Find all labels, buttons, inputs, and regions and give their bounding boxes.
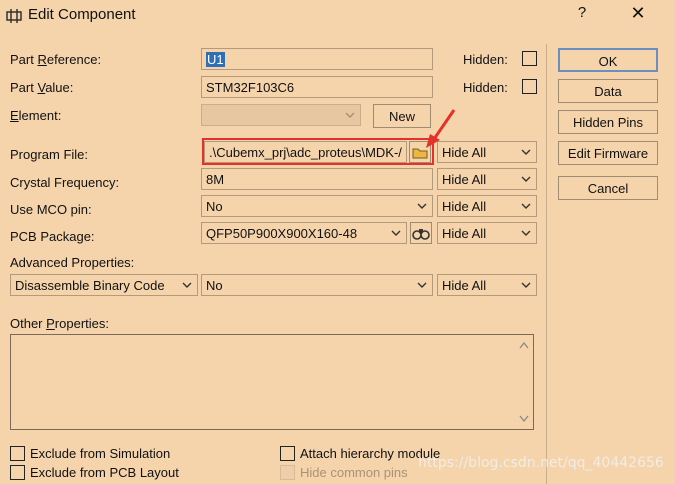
chevron-down-icon	[417, 282, 427, 288]
part-reference-hidden-checkbox[interactable]	[522, 51, 537, 66]
chevron-down-icon	[521, 230, 531, 236]
component-icon	[6, 9, 22, 23]
part-value-hidden-label: Hidden:	[463, 80, 508, 95]
chevron-down-icon	[521, 203, 531, 209]
browse-package-button[interactable]	[410, 222, 432, 244]
part-reference-input[interactable]: U1	[201, 48, 433, 70]
part-value-input[interactable]: STM32F103C6	[201, 76, 433, 98]
crystal-frequency-visibility-select[interactable]: Hide All	[437, 168, 537, 190]
hide-common-pins-checkbox[interactable]	[280, 465, 295, 480]
cancel-button[interactable]: Cancel	[558, 176, 658, 200]
chevron-down-icon	[521, 149, 531, 155]
hidden-pins-button[interactable]: Hidden Pins	[558, 110, 658, 134]
crystal-frequency-label: Crystal Frequency:	[10, 175, 120, 190]
element-select[interactable]	[201, 104, 361, 126]
exclude-simulation-label: Exclude from Simulation	[30, 446, 171, 461]
advanced-property-select[interactable]: Disassemble Binary Code	[10, 274, 198, 296]
binoculars-icon	[412, 229, 430, 240]
edit-firmware-button[interactable]: Edit Firmware	[558, 141, 658, 165]
title-bar: Edit Component ? ✕	[0, 0, 675, 32]
other-properties-textarea[interactable]	[10, 334, 534, 430]
help-button[interactable]: ?	[572, 4, 592, 26]
chevron-down-icon	[391, 230, 401, 236]
scroll-up-icon[interactable]	[519, 341, 529, 349]
advanced-property-value-select[interactable]: No	[201, 274, 433, 296]
part-value-hidden-checkbox[interactable]	[522, 79, 537, 94]
program-file-input[interactable]: .\Cubemx_prj\adc_proteus\MDK-/	[204, 141, 407, 163]
chevron-down-icon	[521, 282, 531, 288]
pcb-package-label: PCB Package:	[10, 229, 95, 244]
hide-common-pins-label: Hide common pins	[300, 465, 408, 480]
panel-divider	[546, 44, 547, 484]
element-label: Element:	[10, 108, 62, 123]
exclude-simulation-checkbox[interactable]	[10, 446, 25, 461]
use-mco-pin-select[interactable]: No	[201, 195, 433, 217]
data-button[interactable]: Data	[558, 79, 658, 103]
program-file-label: Program File:	[10, 147, 89, 162]
chevron-down-icon	[182, 282, 192, 288]
advanced-property-visibility-select[interactable]: Hide All	[437, 274, 537, 296]
part-reference-hidden-label: Hidden:	[463, 52, 508, 67]
pcb-package-select[interactable]: QFP50P900X900X160-48	[201, 222, 407, 244]
scroll-down-icon[interactable]	[519, 415, 529, 423]
use-mco-pin-visibility-select[interactable]: Hide All	[437, 195, 537, 217]
other-properties-label: Other Properties:	[10, 316, 109, 331]
exclude-pcb-checkbox[interactable]	[10, 465, 25, 480]
ok-button[interactable]: OK	[558, 48, 658, 72]
pcb-package-visibility-select[interactable]: Hide All	[437, 222, 537, 244]
part-reference-label: Part Reference:	[10, 52, 102, 67]
watermark-text: https://blog.csdn.net/qq_40442656	[418, 455, 664, 471]
chevron-down-icon	[345, 112, 355, 118]
annotation-arrow-icon	[426, 109, 456, 148]
use-mco-pin-label: Use MCO pin:	[10, 202, 92, 217]
close-button[interactable]: ✕	[626, 3, 650, 27]
crystal-frequency-input[interactable]: 8M	[201, 168, 433, 190]
chevron-down-icon	[521, 176, 531, 182]
chevron-down-icon	[417, 203, 427, 209]
part-value-label: Part Value:	[10, 80, 74, 95]
window-title: Edit Component	[28, 6, 136, 23]
advanced-properties-label: Advanced Properties:	[10, 255, 135, 270]
exclude-pcb-label: Exclude from PCB Layout	[30, 465, 179, 480]
attach-hierarchy-checkbox[interactable]	[280, 446, 295, 461]
